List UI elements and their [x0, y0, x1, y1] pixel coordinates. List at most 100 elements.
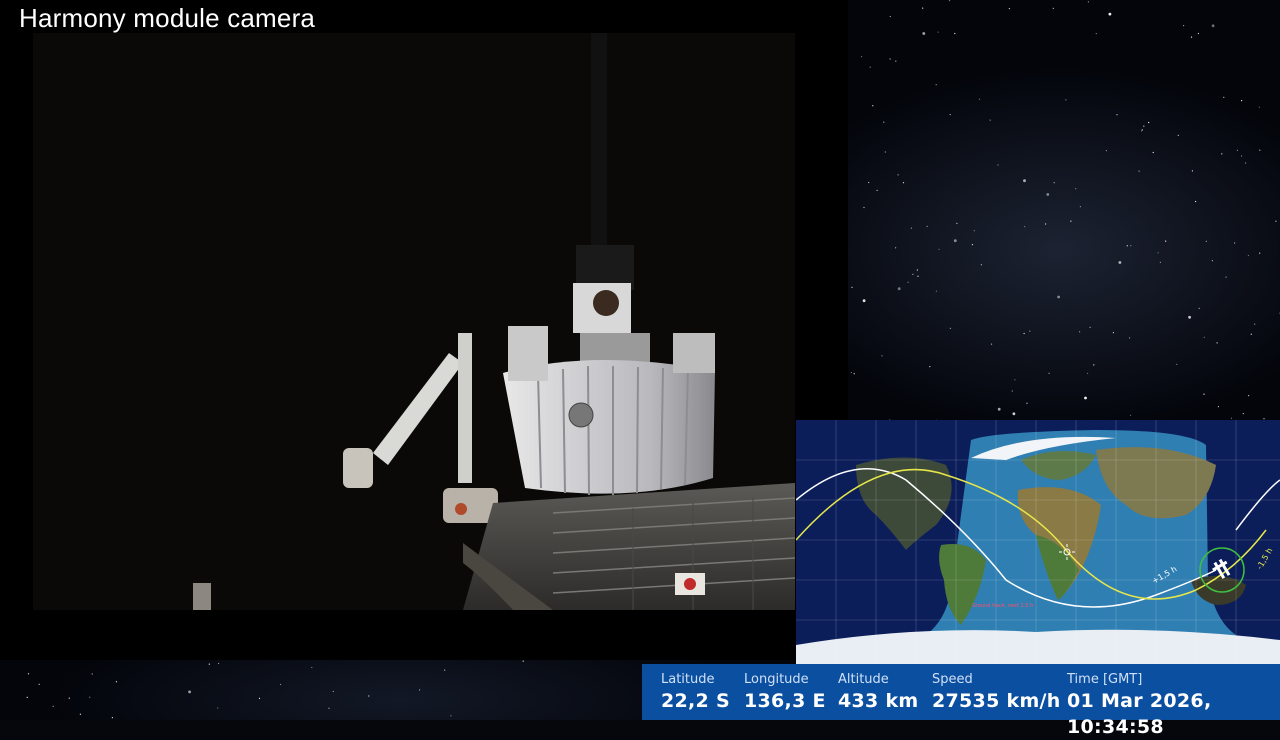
star [1053, 182, 1055, 184]
iss-camera-view [33, 33, 795, 610]
star [1143, 125, 1145, 127]
star [937, 31, 939, 33]
star [1087, 372, 1089, 374]
star [1012, 412, 1016, 416]
star [1258, 106, 1260, 108]
star [1087, 1, 1089, 3]
star [1024, 226, 1026, 228]
star [1065, 99, 1067, 101]
star [1023, 179, 1026, 183]
camera-panel: Harmony module camera [0, 0, 848, 660]
star [1245, 162, 1247, 164]
star [1089, 326, 1091, 328]
star [895, 247, 897, 249]
star [328, 707, 330, 709]
star [1248, 395, 1250, 397]
star [1095, 33, 1097, 35]
star [1242, 413, 1244, 415]
star [926, 225, 928, 227]
star [1048, 372, 1050, 374]
star [935, 290, 938, 292]
star [1112, 332, 1114, 334]
star [876, 189, 878, 191]
star [1190, 36, 1193, 38]
star [217, 707, 219, 709]
star [922, 32, 926, 35]
star [1217, 406, 1219, 408]
world-map: +1,5 h -1,5 h Ground track, next 1.5 h [796, 420, 1280, 664]
star [956, 222, 958, 224]
star [1183, 25, 1185, 27]
star [1203, 336, 1205, 338]
star [1084, 396, 1087, 400]
star [1275, 220, 1277, 222]
star [872, 105, 874, 107]
star [79, 713, 81, 715]
star [1070, 220, 1072, 222]
star [27, 673, 30, 675]
star [949, 327, 952, 329]
star [522, 660, 524, 662]
star [938, 248, 940, 250]
latitude-readout: Latitude 22,2 S [661, 672, 730, 714]
longitude-value: 136,3 E [744, 690, 826, 712]
star [1191, 170, 1193, 172]
star [1188, 315, 1191, 319]
star [889, 15, 891, 18]
star [935, 84, 937, 86]
star [912, 273, 914, 275]
star [115, 681, 117, 683]
star [1225, 276, 1227, 278]
star [916, 269, 919, 271]
star [1205, 240, 1207, 242]
star [1197, 32, 1199, 35]
star [1241, 155, 1243, 157]
star [1045, 223, 1047, 225]
star [89, 696, 91, 698]
star [929, 366, 931, 368]
altitude-readout: Altitude 433 km [838, 672, 919, 714]
star [1148, 121, 1150, 124]
star [1254, 323, 1256, 325]
star [91, 673, 93, 675]
star [280, 683, 282, 686]
star [1008, 8, 1011, 10]
star [980, 264, 983, 266]
star [1141, 129, 1143, 131]
star [853, 373, 855, 375]
star [910, 227, 913, 229]
star [948, 0, 951, 2]
star [1259, 252, 1261, 254]
star [1241, 100, 1243, 102]
camera-title: Harmony module camera [19, 3, 316, 33]
star [1176, 363, 1178, 365]
star [1221, 153, 1223, 155]
star [1029, 330, 1031, 332]
star [332, 690, 334, 693]
star [902, 182, 905, 184]
longitude-readout: Longitude 136,3 E [744, 672, 826, 714]
star [258, 697, 261, 700]
star [208, 663, 210, 665]
star [1198, 307, 1200, 309]
star [869, 66, 871, 68]
star [1159, 261, 1161, 263]
star [1108, 12, 1112, 16]
star [863, 206, 865, 209]
star [1052, 7, 1054, 9]
star [897, 174, 899, 176]
star [1211, 24, 1215, 28]
altitude-label: Altitude [838, 672, 889, 687]
telemetry-bar: Latitude 22,2 S Longitude 136,3 E Altitu… [642, 664, 1280, 738]
speed-value: 27535 km/h [932, 690, 1061, 712]
star [851, 286, 853, 288]
star [1079, 206, 1081, 208]
star [1130, 414, 1132, 416]
ground-track-map: +1,5 h -1,5 h Ground track, next 1.5 h [796, 420, 1280, 664]
star [883, 121, 885, 123]
star [1026, 402, 1028, 404]
star [971, 244, 974, 246]
star [1014, 379, 1016, 381]
star [862, 299, 866, 303]
star [26, 696, 28, 699]
